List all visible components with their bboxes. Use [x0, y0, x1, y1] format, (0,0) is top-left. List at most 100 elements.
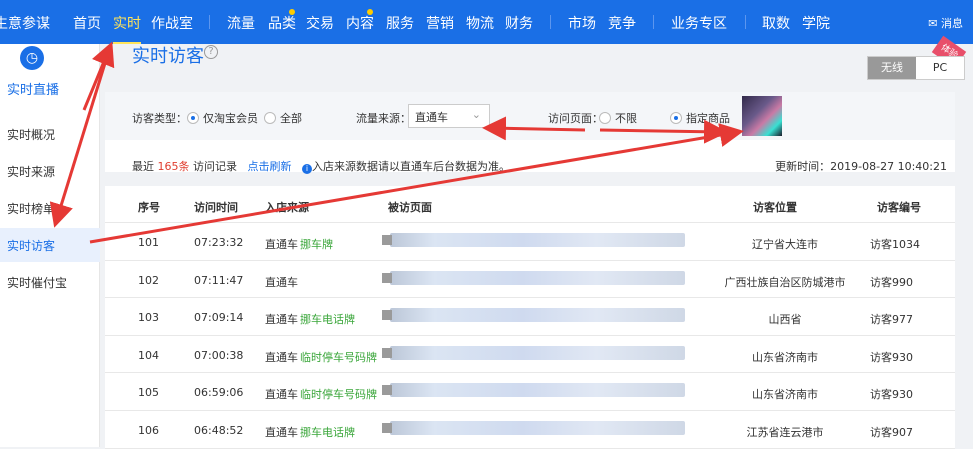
nav-realtime[interactable]: 实时 — [113, 13, 141, 44]
nav-traffic[interactable]: 流量 — [227, 13, 255, 33]
nav-logistics[interactable]: 物流 — [466, 13, 494, 33]
refresh-link[interactable]: 点击刷新 — [248, 160, 292, 173]
nav-data-fetch[interactable]: 取数 — [762, 13, 790, 33]
cell-time: 07:09:14 — [194, 311, 244, 325]
nav-home[interactable]: 首页 — [73, 13, 101, 33]
visitor-table: 序号 访问时间 入店来源 被访页面 访客位置 访客编号 101 07:23:32 直… — [105, 186, 955, 449]
cell-visitor: 访客930 — [870, 388, 913, 402]
cell-seq: 102 — [138, 273, 159, 287]
cell-source: 直通车 — [265, 238, 298, 251]
cell-keyword[interactable]: 挪车电话牌 — [300, 311, 355, 327]
table-row[interactable]: 104 07:00:38 直通车 临时停车号码牌 山东省济南市 访客930 — [105, 336, 955, 374]
visit-page-specific[interactable]: 指定商品 — [666, 110, 730, 126]
cell-source: 直通车 — [265, 388, 298, 402]
cell-seq: 105 — [138, 386, 159, 400]
sidebar: ◷ 实时直播 实时概况 实时来源 实时榜单 实时访客 实时催付宝 — [0, 44, 100, 447]
radio-icon — [264, 112, 276, 124]
cell-source: 直通车 — [265, 350, 298, 364]
cell-keyword[interactable]: 临时停车号码牌 — [300, 349, 377, 365]
traffic-source-label: 流量来源： — [356, 112, 411, 125]
toggle-pc[interactable]: PC — [916, 57, 964, 79]
nav-marketing[interactable]: 营销 — [426, 13, 454, 33]
cell-location: 辽宁省大连市 — [752, 238, 818, 251]
toggle-wireless[interactable]: 无线 — [868, 57, 916, 79]
visited-page-link-blurred[interactable] — [382, 233, 685, 247]
cell-location: 山西省 — [768, 313, 802, 327]
cell-keyword[interactable]: 临时停车号码牌 — [300, 386, 377, 402]
records-suffix: 访问记录 — [193, 160, 237, 173]
nav-market[interactable]: 市场 — [568, 13, 596, 33]
visited-page-link-blurred[interactable] — [382, 383, 685, 398]
nav-academy[interactable]: 学院 — [802, 13, 830, 33]
nav-divider — [209, 15, 210, 29]
visitor-type-member[interactable]: 仅淘宝会员 — [183, 110, 258, 126]
table-header: 序号 访问时间 入店来源 被访页面 访客位置 访客编号 — [105, 186, 955, 223]
cell-seq: 103 — [138, 311, 159, 325]
visited-page-link-blurred[interactable] — [382, 420, 685, 435]
cell-visitor: 访客990 — [870, 275, 913, 289]
records-bar: 最近 165条 访问记录 点击刷新 i 入店来源数据请以直通车后台数据为准。 更新… — [105, 140, 955, 174]
mail-icon: ✉ — [928, 17, 938, 30]
cell-seq: 101 — [138, 236, 159, 249]
nav-content[interactable]: 内容 — [346, 13, 374, 33]
table-row[interactable]: 102 07:11:47 直通车 广西壮族自治区防城港市 访客990 — [105, 261, 955, 299]
header-visitor: 访客编号 — [877, 201, 921, 214]
main-content: 实时访客 ? 体验 无线 PC 访客类型： 仅淘宝会员 全部 流量来源： 直通车… — [105, 35, 967, 449]
nav-trade[interactable]: 交易 — [306, 13, 334, 33]
chevron-down-icon: ⌄ — [471, 108, 481, 121]
cell-time: 07:11:47 — [194, 273, 244, 287]
table-row[interactable]: 101 07:23:32 直通车 挪车牌 辽宁省大连市 访客1034 — [105, 223, 955, 261]
clock-icon: ◷ — [20, 46, 44, 70]
table-row[interactable]: 103 07:09:14 直通车 挪车电话牌 山西省 访客977 — [105, 298, 955, 336]
updated-time: 更新时间：2019-08-27 10:40:21 — [775, 160, 947, 173]
filter-bar: 访客类型： 仅淘宝会员 全部 流量来源： 直通车 ⌄ 访问页面： 不限 指定商品 — [105, 92, 955, 140]
visited-page-link-blurred[interactable] — [382, 270, 685, 285]
nav-war-room[interactable]: 作战室 — [151, 13, 193, 33]
visited-page-link-blurred[interactable] — [382, 308, 685, 323]
nav-service[interactable]: 服务 — [386, 13, 414, 33]
sidebar-item-payment-reminder[interactable]: 实时催付宝 — [0, 265, 100, 299]
radio-icon — [599, 112, 611, 124]
cell-source: 直通车 — [265, 313, 298, 327]
cell-location: 江苏省连云港市 — [746, 425, 824, 439]
sidebar-header: 实时直播 — [7, 83, 60, 98]
info-icon: i — [302, 164, 312, 174]
product-thumbnail[interactable] — [742, 96, 782, 136]
table-row[interactable]: 105 06:59:06 直通车 临时停车号码牌 山东省济南市 访客930 — [105, 373, 955, 411]
brand-logo[interactable]: 生意参谋 — [0, 13, 50, 33]
table-row[interactable]: 106 06:48:52 直通车 挪车电话牌 江苏省连云港市 访客907 — [105, 411, 955, 449]
message-label: 消息 — [941, 17, 963, 30]
new-dot-icon — [289, 9, 295, 15]
records-prefix: 最近 — [132, 160, 154, 173]
visitor-type-all[interactable]: 全部 — [260, 110, 302, 126]
header-page: 被访页面 — [388, 201, 432, 214]
nav-business-zone[interactable]: 业务专区 — [671, 13, 727, 33]
sidebar-item-visitors[interactable]: 实时访客 — [0, 228, 100, 262]
cell-location: 山东省济南市 — [752, 388, 818, 402]
traffic-source-select[interactable]: 直通车 ⌄ — [408, 104, 490, 128]
cell-source: 直通车 — [265, 275, 298, 289]
sidebar-item-overview[interactable]: 实时概况 — [0, 117, 100, 151]
cell-keyword[interactable]: 挪车牌 — [300, 236, 333, 252]
cell-seq: 104 — [138, 348, 159, 362]
sidebar-item-rankings[interactable]: 实时榜单 — [0, 191, 100, 225]
header-time: 访问时间 — [194, 201, 238, 214]
cell-time: 07:23:32 — [194, 236, 244, 249]
header-location: 访客位置 — [753, 201, 797, 214]
cell-source: 直通车 — [265, 425, 298, 439]
nav-competition[interactable]: 竞争 — [608, 13, 636, 33]
help-icon[interactable]: ? — [204, 45, 218, 59]
cell-time: 06:48:52 — [194, 423, 244, 437]
visited-page-link-blurred[interactable] — [382, 345, 685, 360]
device-toggle: 无线 PC — [867, 56, 965, 80]
records-note: 入店来源数据请以直通车后台数据为准。 — [312, 160, 510, 173]
message-button[interactable]: ✉ 消息 — [928, 15, 963, 31]
page-title: 实时访客 — [132, 46, 204, 67]
nav-divider — [653, 15, 654, 29]
sidebar-item-sources[interactable]: 实时来源 — [0, 154, 100, 188]
visit-page-any[interactable]: 不限 — [595, 110, 637, 126]
nav-finance[interactable]: 财务 — [505, 13, 533, 33]
nav-category[interactable]: 品类 — [268, 13, 296, 33]
cell-keyword[interactable]: 挪车电话牌 — [300, 424, 355, 440]
top-nav-bar: 生意参谋 首页 实时 作战室 流量 品类 交易 内容 服务 营销 物流 财务 市… — [0, 0, 973, 44]
